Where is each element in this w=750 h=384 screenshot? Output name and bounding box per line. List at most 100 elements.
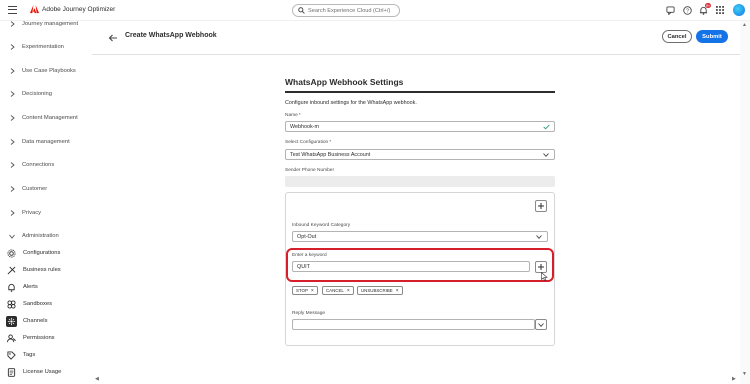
submit-button[interactable]: Submit xyxy=(696,30,728,43)
name-label: Name* xyxy=(285,113,301,118)
checkmark-icon xyxy=(542,123,550,131)
keyword-value: QUIT xyxy=(297,263,310,270)
sidebar-group-customer[interactable]: Customer xyxy=(0,183,47,195)
chevron-right-icon xyxy=(6,65,18,77)
top-bar: Adobe Journey Optimizer Search Experienc… xyxy=(0,0,750,21)
sidebar-item-license-usage[interactable]: License Usage xyxy=(0,365,92,379)
scroll-right-icon[interactable]: ▶ xyxy=(732,376,736,382)
mouse-cursor-icon xyxy=(541,272,548,281)
help-icon[interactable]: ? xyxy=(682,5,692,15)
cancel-button[interactable]: Cancel xyxy=(662,30,692,43)
plus-icon xyxy=(538,203,544,209)
sidebar-group-data-management[interactable]: Data management xyxy=(0,136,70,148)
configuration-select[interactable]: Test WhatsApp Business Account xyxy=(285,149,555,160)
reply-message-dropdown-button[interactable] xyxy=(535,319,547,330)
apps-grid-icon[interactable] xyxy=(715,5,725,15)
sidebar-group-use-case-playbooks[interactable]: Use Case Playbooks xyxy=(0,65,76,77)
sidebar-group-decisioning[interactable]: Decisioning xyxy=(0,88,52,100)
back-arrow-icon[interactable] xyxy=(108,33,118,43)
search-field[interactable]: Search Experience Cloud (Ctrl+/) xyxy=(292,4,400,17)
chevron-down-icon xyxy=(6,230,18,242)
keyword-category-value: Opt-Out xyxy=(297,233,317,240)
sender-phone-field xyxy=(285,176,555,187)
chevron-right-icon xyxy=(6,41,18,53)
keyword-input[interactable]: QUIT xyxy=(292,261,530,272)
chevron-right-icon xyxy=(6,112,18,124)
main-content: WhatsApp Webhook Settings Configure inbo… xyxy=(92,55,740,375)
keyword-tag[interactable]: STOP × xyxy=(292,286,318,295)
sender-phone-label: Sender Phone Number xyxy=(285,168,335,173)
search-icon xyxy=(298,7,305,14)
feedback-icon[interactable] xyxy=(665,5,675,15)
vertical-scrollbar[interactable]: ▲ ▼ xyxy=(740,21,750,384)
business-rules-icon xyxy=(6,265,17,276)
reply-message-input[interactable] xyxy=(292,319,535,330)
remove-tag-icon[interactable]: × xyxy=(311,288,314,294)
sidebar-item-permissions[interactable]: Permissions xyxy=(0,331,92,345)
sidebar-item-configurations[interactable]: Configurations xyxy=(0,246,92,260)
sidebar-group-privacy[interactable]: Privacy xyxy=(0,207,41,219)
chevron-right-icon xyxy=(6,136,18,148)
permissions-icon xyxy=(6,333,17,344)
user-avatar[interactable] xyxy=(733,4,745,16)
sidebar-group-content-management[interactable]: Content Management xyxy=(0,112,78,124)
sidebar-group-label: Use Case Playbooks xyxy=(22,68,76,74)
keyword-category-select[interactable]: Opt-Out xyxy=(292,231,548,242)
scroll-down-icon[interactable]: ▼ xyxy=(742,371,747,377)
scroll-left-icon[interactable]: ◀ xyxy=(95,376,99,382)
bell-icon xyxy=(6,282,17,293)
keyword-tag-label: STOP xyxy=(296,288,308,293)
horizontal-scrollbar[interactable]: ◀ ▶ xyxy=(92,375,740,384)
name-value: Webhook-m xyxy=(290,123,319,130)
page-title: Create WhatsApp Webhook xyxy=(125,32,217,39)
keyword-tag-label: UNSUBSCRIBE xyxy=(361,288,393,293)
chevron-right-icon xyxy=(6,207,18,219)
sidebar-item-sandboxes[interactable]: Sandboxes xyxy=(0,297,92,311)
sidebar-group-label: Decisioning xyxy=(22,91,52,97)
sidebar-item-label: Permissions xyxy=(23,335,55,341)
config-label: Select Configuration* xyxy=(285,140,331,145)
keyword-tag[interactable]: CANCEL × xyxy=(322,286,354,295)
reply-message-label: Reply Message xyxy=(292,311,326,316)
sidebar-group-journey-management[interactable]: Journey management xyxy=(0,18,78,30)
config-label-text: Select Configuration xyxy=(285,140,329,145)
sidebar-item-label: Configurations xyxy=(23,250,61,256)
sidebar-item-label: Alerts xyxy=(23,284,38,290)
config-value: Test WhatsApp Business Account xyxy=(290,151,371,158)
required-mark: * xyxy=(298,113,301,118)
remove-tag-icon[interactable]: × xyxy=(347,288,350,294)
sidebar-group-label: Journey management xyxy=(22,21,79,27)
sidebar-group-administration[interactable]: Administration xyxy=(0,230,59,242)
sidebar-item-label: Sandboxes xyxy=(23,301,53,307)
license-usage-icon xyxy=(6,367,17,378)
name-field[interactable]: Webhook-m xyxy=(285,121,555,132)
sidebar-group-label: Content Management xyxy=(22,115,78,121)
sidebar-item-channels[interactable]: Channels xyxy=(0,314,92,328)
chevron-down-icon xyxy=(538,322,544,327)
sandboxes-icon xyxy=(6,299,17,310)
remove-tag-icon[interactable]: × xyxy=(396,288,399,294)
search-placeholder: Search Experience Cloud (Ctrl+/) xyxy=(308,7,391,14)
sidebar-group-experimentation[interactable]: Experimentation xyxy=(0,41,64,53)
keyword-tag[interactable]: UNSUBSCRIBE × xyxy=(357,286,403,295)
keyword-tag-label: CANCEL xyxy=(326,288,344,293)
add-keyword-category-button[interactable] xyxy=(535,200,547,212)
plus-icon xyxy=(538,264,544,270)
page-header: Create WhatsApp Webhook Cancel Submit xyxy=(92,21,740,55)
sidebar-item-business-rules[interactable]: Business rules xyxy=(0,263,92,277)
sidebar: Journey management Experimentation Use C… xyxy=(0,21,92,384)
sidebar-group-label: Customer xyxy=(22,186,48,192)
sidebar-item-tags[interactable]: Tags xyxy=(0,348,92,362)
sidebar-group-label: Administration xyxy=(22,233,59,239)
sidebar-group-label: Connections xyxy=(22,162,55,168)
chevron-down-icon xyxy=(535,233,543,241)
keyword-input-label: Enter a keyword xyxy=(292,253,327,258)
sidebar-group-connections[interactable]: Connections xyxy=(0,159,54,171)
scroll-up-icon[interactable]: ▲ xyxy=(742,22,747,28)
hamburger-menu-icon[interactable] xyxy=(8,6,17,14)
sidebar-item-label: License Usage xyxy=(23,369,62,375)
sidebar-item-label: Business rules xyxy=(23,267,61,273)
sidebar-item-alerts[interactable]: Alerts xyxy=(0,280,92,294)
sidebar-item-label: Channels xyxy=(23,318,48,324)
name-label-text: Name xyxy=(285,113,298,118)
